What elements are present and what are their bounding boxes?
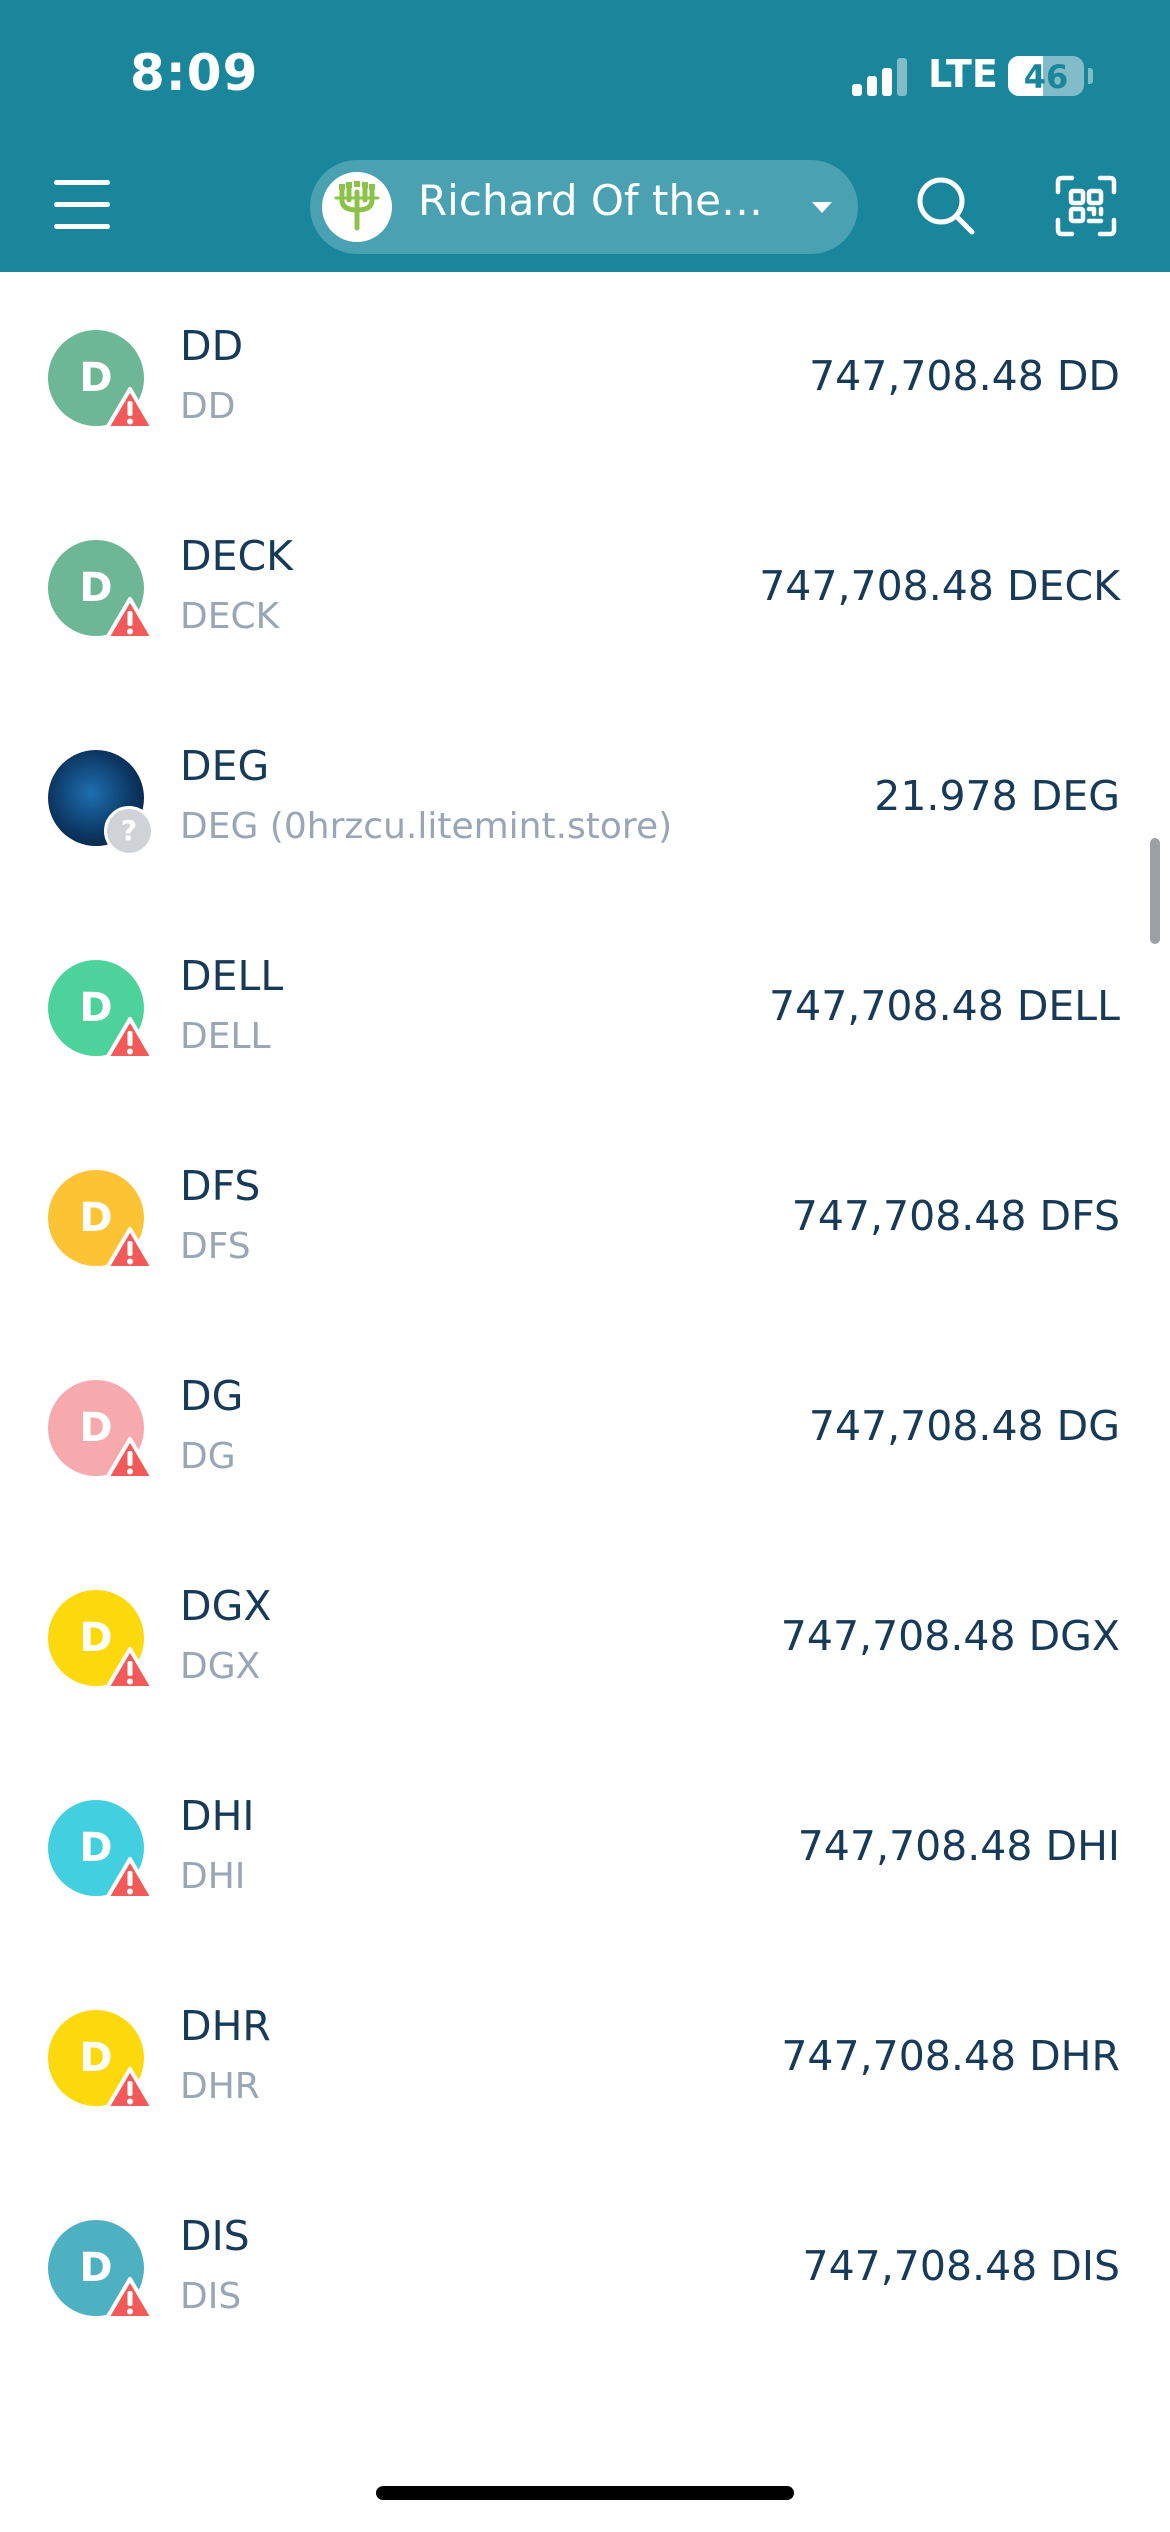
- battery-tip: [1088, 68, 1093, 84]
- token-symbol: DD: [180, 322, 244, 370]
- network-type: LTE: [928, 52, 998, 96]
- token-row-dg[interactable]: D DG DG 747,708.48 DG: [0, 1322, 1170, 1532]
- token-symbol: DEG: [180, 742, 270, 790]
- token-name: DG: [180, 1436, 236, 1477]
- warning-icon: [104, 1016, 156, 1062]
- token-name: DIS: [180, 2276, 242, 2317]
- token-symbol: DELL: [180, 952, 284, 1000]
- token-balance: 747,708.48 DHI: [797, 1822, 1120, 1870]
- token-balance: 747,708.48 DGX: [780, 1612, 1120, 1660]
- token-symbol: DHR: [180, 2002, 271, 2050]
- chevron-down-icon: [812, 202, 832, 213]
- token-name: DELL: [180, 1016, 271, 1057]
- warning-icon: [104, 1436, 156, 1482]
- warning-icon: [104, 2276, 156, 2322]
- warning-icon: [104, 386, 156, 432]
- warning-icon: [104, 1856, 156, 1902]
- warning-icon: [104, 596, 156, 642]
- battery-icon: 46: [1008, 56, 1084, 96]
- token-balance: 747,708.48 DHR: [781, 2032, 1120, 2080]
- battery-level: 46: [1023, 58, 1069, 96]
- token-balance: 747,708.48 DD: [809, 352, 1120, 400]
- cellular-signal-icon: [852, 58, 912, 96]
- token-name: DEG (0hrzcu.litemint.store): [180, 806, 673, 847]
- token-symbol: DIS: [180, 2212, 250, 2260]
- token-row-dhr[interactable]: D DHR DHR 747,708.48 DHR: [0, 1952, 1170, 2162]
- token-name: DHI: [180, 1856, 246, 1897]
- token-row-dis[interactable]: D DIS DIS 747,708.48 DIS: [0, 2162, 1170, 2372]
- token-balance: 747,708.48 DECK: [759, 562, 1120, 610]
- question-mark-icon: ?: [104, 806, 154, 856]
- token-balance: 747,708.48 DELL: [769, 982, 1120, 1030]
- token-row-dgx[interactable]: D DGX DGX 747,708.48 DGX: [0, 1532, 1170, 1742]
- token-row-dell[interactable]: D DELL DELL 747,708.48 DELL: [0, 902, 1170, 1112]
- token-symbol: DHI: [180, 1792, 255, 1840]
- wallet-selector[interactable]: Richard Of the…: [310, 160, 858, 254]
- token-balance: 21.978 DEG: [874, 772, 1120, 820]
- token-row-dd[interactable]: D DD DD 747,708.48 DD: [0, 272, 1170, 482]
- qr-scan-icon[interactable]: [1054, 174, 1118, 238]
- token-row-dfs[interactable]: D DFS DFS 747,708.48 DFS: [0, 1112, 1170, 1322]
- search-icon[interactable]: [914, 174, 978, 238]
- token-symbol: DG: [180, 1372, 244, 1420]
- warning-icon: [104, 2066, 156, 2112]
- hamburger-menu-icon[interactable]: [54, 178, 114, 234]
- token-list: D DD DD 747,708.48 DD D DECK DECK 747,708.48 DE…: [0, 272, 1170, 2372]
- wallet-avatar-icon: [322, 172, 392, 242]
- token-name: DD: [180, 386, 236, 427]
- app-header: 8:09 LTE 46 Richard Of the…: [0, 0, 1170, 272]
- token-balance: 747,708.48 DIS: [802, 2242, 1120, 2290]
- token-row-deck[interactable]: D DECK DECK 747,708.48 DECK: [0, 482, 1170, 692]
- token-row-deg[interactable]: ? DEG DEG (0hrzcu.litemint.store) 21.978 DE…: [0, 692, 1170, 902]
- token-row-dhi[interactable]: D DHI DHI 747,708.48 DHI: [0, 1742, 1170, 1952]
- wallet-name: Richard Of the…: [418, 176, 763, 225]
- token-balance: 747,708.48 DFS: [791, 1192, 1120, 1240]
- token-name: DECK: [180, 596, 280, 637]
- token-symbol: DFS: [180, 1162, 261, 1210]
- token-name: DFS: [180, 1226, 251, 1267]
- token-symbol: DECK: [180, 532, 293, 580]
- token-symbol: DGX: [180, 1582, 272, 1630]
- status-time: 8:09: [130, 44, 259, 102]
- token-balance: 747,708.48 DG: [808, 1402, 1120, 1450]
- warning-icon: [104, 1226, 156, 1272]
- warning-icon: [104, 1646, 156, 1692]
- token-name: DGX: [180, 1646, 261, 1687]
- home-indicator[interactable]: [376, 2486, 794, 2500]
- token-name: DHR: [180, 2066, 260, 2107]
- scrollbar[interactable]: [1150, 838, 1160, 944]
